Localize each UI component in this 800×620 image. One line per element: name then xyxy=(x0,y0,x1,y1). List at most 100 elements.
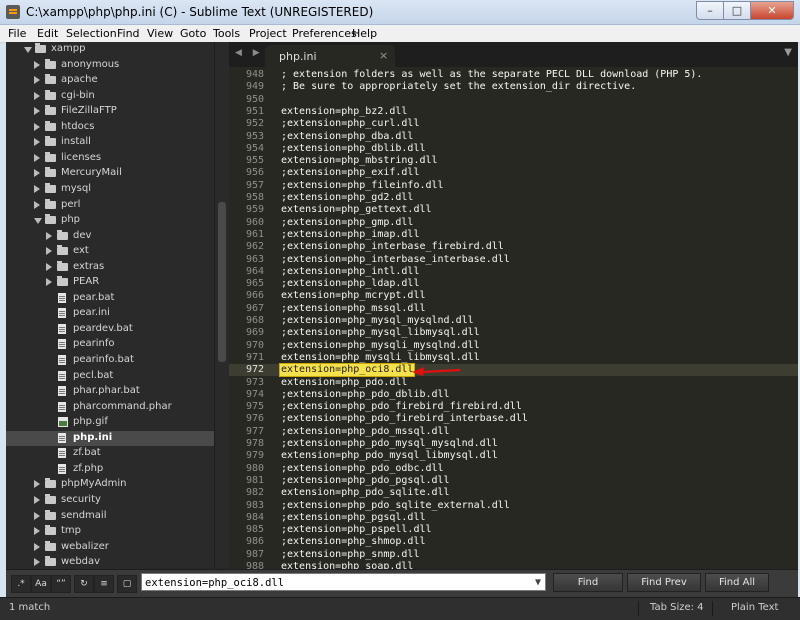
menu-help[interactable]: Help xyxy=(352,27,377,40)
code-line[interactable]: 975 ;extension=php_pdo_firebird_firebird.… xyxy=(229,401,798,413)
code-line[interactable]: 962 ;extension=php_interbase_firebird.dll xyxy=(229,241,798,253)
disclosure-closed-icon[interactable] xyxy=(34,495,40,504)
sidebar-item-apache[interactable]: apache xyxy=(6,73,216,89)
disclosure-closed-icon[interactable] xyxy=(34,200,40,209)
code-line[interactable]: 976 ;extension=php_pdo_firebird_interbase… xyxy=(229,413,798,425)
code-line[interactable]: 966 extension=php_mcrypt.dll xyxy=(229,290,798,302)
disclosure-closed-icon[interactable] xyxy=(46,231,52,240)
find-input[interactable]: extension=php_oci8.dll ▼ xyxy=(141,573,546,591)
code-line[interactable]: 988 extension=php_soap.dll xyxy=(229,561,798,569)
code-line[interactable]: 963 ;extension=php_interbase_interbase.dl… xyxy=(229,254,798,266)
code-line[interactable]: 980 ;extension=php_pdo_odbc.dll xyxy=(229,463,798,475)
code-line[interactable]: 953 ;extension=php_dba.dll xyxy=(229,131,798,143)
sidebar-item-security[interactable]: security xyxy=(6,493,216,509)
sidebar-item-pear-bat[interactable]: pear.bat xyxy=(6,291,216,307)
code-line[interactable]: 982 extension=php_pdo_sqlite.dll xyxy=(229,487,798,499)
sidebar-item-webalizer[interactable]: webalizer xyxy=(6,540,216,556)
code-line[interactable]: 983 ;extension=php_pdo_sqlite_external.dl… xyxy=(229,500,798,512)
code-line[interactable]: 958 ;extension=php_gd2.dll xyxy=(229,192,798,204)
code-line[interactable]: 959 extension=php_gettext.dll xyxy=(229,204,798,216)
code-line[interactable]: 972 extension=php_oci8.dll xyxy=(229,363,798,378)
code-line[interactable]: 965 ;extension=php_ldap.dll xyxy=(229,278,798,290)
case-toggle[interactable]: Aa xyxy=(31,575,51,593)
menu-selection[interactable]: Selection xyxy=(66,27,117,40)
wrap-toggle[interactable]: ↻ xyxy=(74,575,94,593)
code-line[interactable]: 973 extension=php_pdo.dll xyxy=(229,377,798,389)
code-line[interactable]: 948 ; extension folders as well as the se… xyxy=(229,69,798,81)
disclosure-closed-icon[interactable] xyxy=(46,247,52,256)
code-line[interactable]: 952 ;extension=php_curl.dll xyxy=(229,118,798,130)
sidebar-item-perl[interactable]: perl xyxy=(6,198,216,214)
sidebar-item-cgi-bin[interactable]: cgi-bin xyxy=(6,89,216,105)
code-line[interactable]: 978 ;extension=php_pdo_mysql_mysqlnd.dll xyxy=(229,438,798,450)
disclosure-closed-icon[interactable] xyxy=(34,184,40,193)
tab-nav-arrows[interactable]: ◀ ▶ xyxy=(235,48,264,58)
sidebar-item-dev[interactable]: dev xyxy=(6,229,216,245)
minimize-button[interactable]: – xyxy=(696,1,724,20)
code-line[interactable]: 954 ;extension=php_dblib.dll xyxy=(229,143,798,155)
in-selection-toggle[interactable]: ≡ xyxy=(94,575,114,593)
sidebar-item-pearinfo[interactable]: pearinfo xyxy=(6,337,216,353)
maximize-button[interactable]: □ xyxy=(723,1,751,20)
sidebar-item-pear-ini[interactable]: pear.ini xyxy=(6,306,216,322)
disclosure-closed-icon[interactable] xyxy=(34,542,40,551)
menu-tools[interactable]: Tools xyxy=(213,27,240,40)
sidebar-item-extras[interactable]: extras xyxy=(6,260,216,276)
sidebar-item-php[interactable]: php xyxy=(6,213,216,229)
code-line[interactable]: 985 ;extension=php_pspell.dll xyxy=(229,524,798,536)
disclosure-closed-icon[interactable] xyxy=(34,107,40,116)
code-line[interactable]: 957 ;extension=php_fileinfo.dll xyxy=(229,180,798,192)
code-line[interactable]: 950 xyxy=(229,94,798,106)
sidebar-item-tmp[interactable]: tmp xyxy=(6,524,216,540)
whole-word-toggle[interactable]: “” xyxy=(51,575,71,593)
sidebar-item-pharcommand-phar[interactable]: pharcommand.phar xyxy=(6,400,216,416)
code-line[interactable]: 955 extension=php_mbstring.dll xyxy=(229,155,798,167)
sidebar-item-peardev-bat[interactable]: peardev.bat xyxy=(6,322,216,338)
menu-file[interactable]: File xyxy=(8,27,26,40)
disclosure-closed-icon[interactable] xyxy=(46,278,52,287)
code-line[interactable]: 968 ;extension=php_mysql_mysqlnd.dll xyxy=(229,315,798,327)
code-line[interactable]: 986 ;extension=php_shmop.dll xyxy=(229,536,798,548)
syntax-indicator[interactable]: Plain Text xyxy=(731,602,778,613)
disclosure-closed-icon[interactable] xyxy=(34,76,40,85)
disclosure-open-icon[interactable] xyxy=(34,218,42,225)
menu-preferences[interactable]: Preferences xyxy=(292,27,357,40)
sidebar-item-install[interactable]: install xyxy=(6,135,216,151)
sidebar-item-php-gif[interactable]: php.gif xyxy=(6,415,216,431)
menu-project[interactable]: Project xyxy=(249,27,287,40)
sidebar-item-zf-bat[interactable]: zf.bat xyxy=(6,446,216,462)
disclosure-closed-icon[interactable] xyxy=(34,527,40,536)
code-line[interactable]: 977 ;extension=php_pdo_mssql.dll xyxy=(229,426,798,438)
tab-size-indicator[interactable]: Tab Size: 4 xyxy=(650,602,704,613)
sidebar-item-php-ini[interactable]: php.ini xyxy=(6,430,216,447)
sidebar-item-filezillaftp[interactable]: FileZillaFTP xyxy=(6,104,216,120)
tab-close-icon[interactable]: × xyxy=(379,49,388,62)
disclosure-open-icon[interactable] xyxy=(24,47,32,53)
code-line[interactable]: 974 ;extension=php_pdo_dblib.dll xyxy=(229,389,798,401)
close-button[interactable]: ✕ xyxy=(750,1,794,20)
disclosure-closed-icon[interactable] xyxy=(34,480,40,489)
find-history-dropdown-icon[interactable]: ▼ xyxy=(535,574,541,592)
find-all-button[interactable]: Find All xyxy=(705,573,769,592)
disclosure-closed-icon[interactable] xyxy=(34,91,40,100)
tab-dropdown-icon[interactable]: ▼ xyxy=(784,47,792,58)
disclosure-closed-icon[interactable] xyxy=(46,262,52,271)
code-line[interactable]: 967 ;extension=php_mssql.dll xyxy=(229,303,798,315)
sidebar-item-phar-phar-bat[interactable]: phar.phar.bat xyxy=(6,384,216,400)
tab-php-ini[interactable]: php.ini × xyxy=(265,45,395,67)
menu-edit[interactable]: Edit xyxy=(37,27,58,40)
sidebar-item-sendmail[interactable]: sendmail xyxy=(6,509,216,525)
disclosure-closed-icon[interactable] xyxy=(34,169,40,178)
sidebar-item-mercurymail[interactable]: MercuryMail xyxy=(6,166,216,182)
regex-toggle[interactable]: .* xyxy=(11,575,31,593)
code-line[interactable]: 956 ;extension=php_exif.dll xyxy=(229,167,798,179)
sidebar-item-zf-php[interactable]: zf.php xyxy=(6,462,216,478)
find-prev-button[interactable]: Find Prev xyxy=(627,573,701,592)
sidebar-scrollbar-thumb[interactable] xyxy=(218,202,226,362)
sidebar-item-pear[interactable]: PEAR xyxy=(6,275,216,291)
sidebar-item-pearinfo-bat[interactable]: pearinfo.bat xyxy=(6,353,216,369)
sidebar-item-webdav[interactable]: webdav xyxy=(6,555,216,569)
menu-view[interactable]: View xyxy=(147,27,173,40)
code-line[interactable]: 961 ;extension=php_imap.dll xyxy=(229,229,798,241)
sidebar-item-mysql[interactable]: mysql xyxy=(6,182,216,198)
